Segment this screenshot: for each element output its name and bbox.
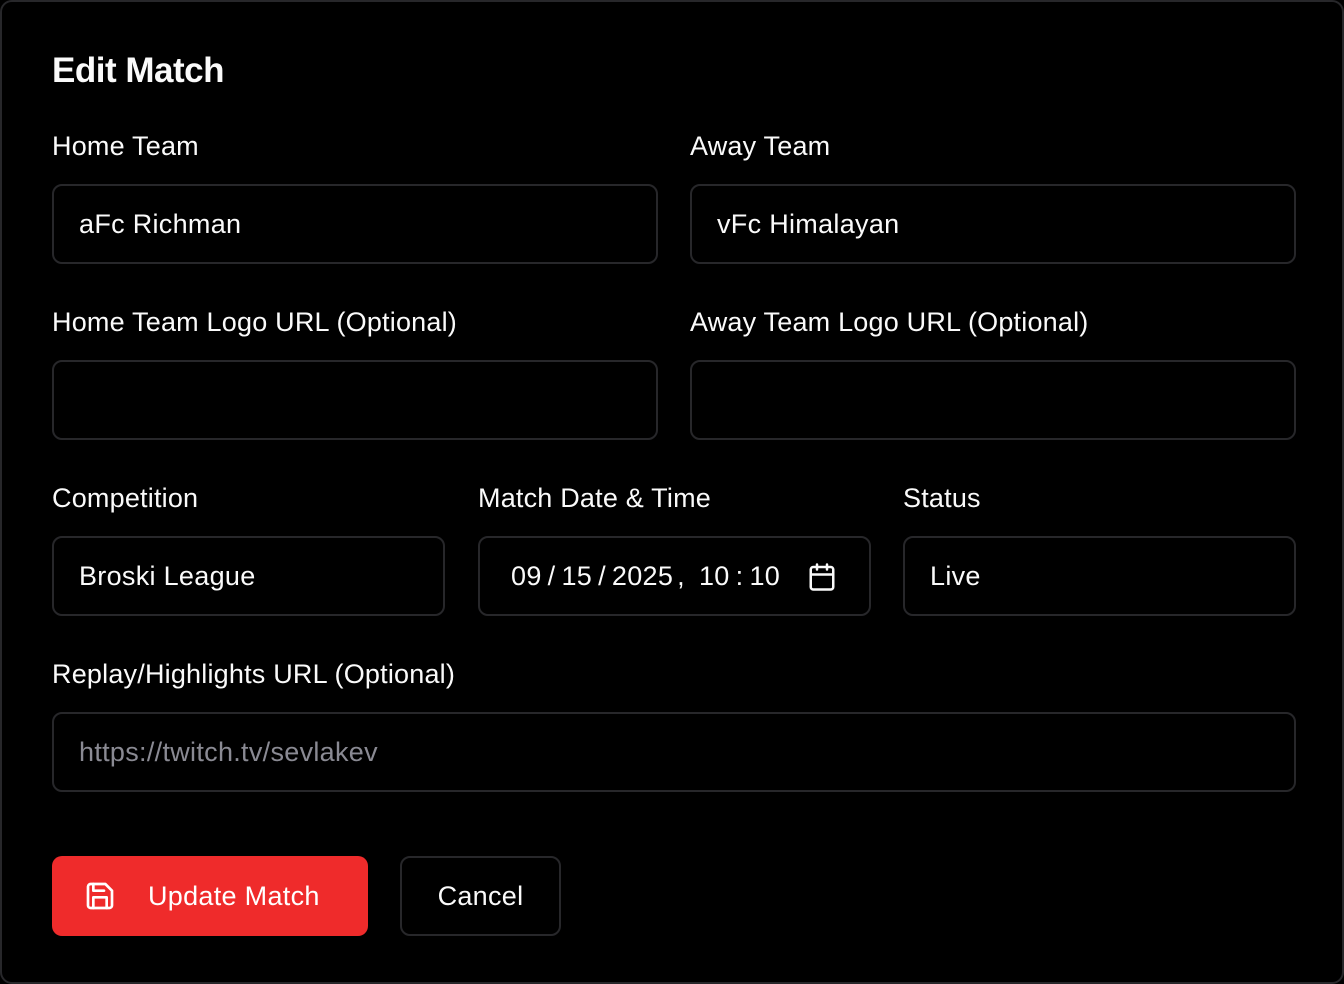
time-separator: : <box>735 560 744 591</box>
away-team-label: Away Team <box>690 131 831 161</box>
date-month[interactable]: 09 <box>511 561 542 592</box>
update-match-label: Update Match <box>148 880 320 911</box>
calendar-icon[interactable] <box>807 562 837 592</box>
home-team-input[interactable]: aFc Richman <box>52 184 658 264</box>
cancel-button[interactable]: Cancel <box>400 856 561 936</box>
match-datetime-input[interactable]: 09 / 15 / 2025 , 10 : 10 <box>478 536 871 616</box>
away-logo-url-input[interactable] <box>690 360 1296 440</box>
away-team-input[interactable]: vFc Himalayan <box>690 184 1296 264</box>
datetime-separator: , <box>677 560 685 591</box>
status-input[interactable]: Live <box>903 536 1296 616</box>
time-minute[interactable]: 10 <box>749 561 780 592</box>
update-match-button[interactable]: Update Match <box>52 856 368 936</box>
replay-url-placeholder: https://twitch.tv/sevlakev <box>79 736 378 767</box>
home-team-value: aFc Richman <box>79 208 242 239</box>
home-logo-url-input[interactable] <box>52 360 658 440</box>
match-datetime-label: Match Date & Time <box>478 483 711 513</box>
status-label: Status <box>903 483 981 513</box>
date-separator: / <box>547 560 556 591</box>
competition-input[interactable]: Broski League <box>52 536 445 616</box>
away-logo-label: Away Team Logo URL (Optional) <box>690 307 1089 337</box>
away-team-value: vFc Himalayan <box>717 208 900 239</box>
home-team-label: Home Team <box>52 131 199 161</box>
time-hour[interactable]: 10 <box>699 561 730 592</box>
date-day[interactable]: 15 <box>561 561 592 592</box>
edit-match-dialog: Edit Match Home Team aFc Richman Away Te… <box>0 0 1344 984</box>
status-value: Live <box>930 560 981 591</box>
save-icon <box>86 882 114 910</box>
replay-url-label: Replay/Highlights URL (Optional) <box>52 659 456 689</box>
date-year[interactable]: 2025 <box>612 561 673 592</box>
competition-label: Competition <box>52 483 199 513</box>
replay-url-input[interactable]: https://twitch.tv/sevlakev <box>52 712 1296 792</box>
cancel-label: Cancel <box>437 880 524 911</box>
date-separator: / <box>598 560 606 591</box>
dialog-title: Edit Match <box>52 51 224 90</box>
competition-value: Broski League <box>79 560 256 591</box>
home-logo-label: Home Team Logo URL (Optional) <box>52 307 457 337</box>
